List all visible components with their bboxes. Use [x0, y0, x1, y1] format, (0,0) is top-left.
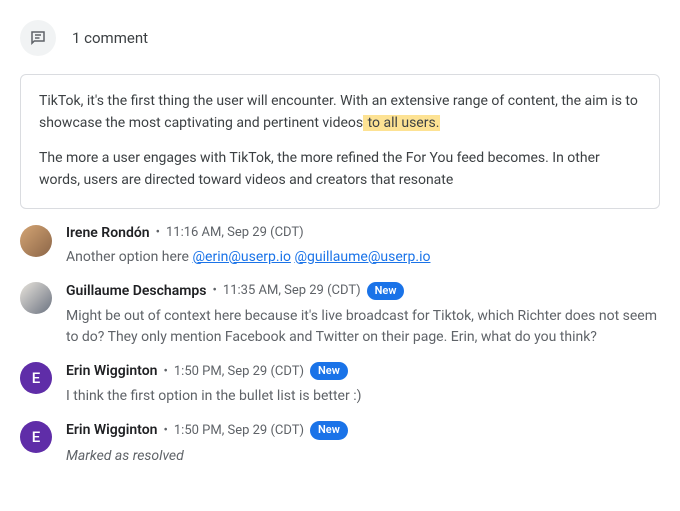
- avatar[interactable]: [20, 282, 52, 314]
- comment-text: Another option here @erin@userp.io @guil…: [66, 247, 660, 268]
- new-badge: New: [310, 421, 348, 439]
- comment-body: Erin Wigginton • 1:50 PM, Sep 29 (CDT) N…: [66, 421, 660, 466]
- comment-text: I think the first option in the bullet l…: [66, 386, 660, 407]
- highlighted-text: to all users.: [363, 115, 440, 131]
- meta-separator: •: [213, 283, 217, 298]
- comment-body: Guillaume Deschamps • 11:35 AM, Sep 29 (…: [66, 282, 660, 348]
- meta-separator: •: [163, 423, 167, 438]
- comment-meta: Irene Rondón • 11:16 AM, Sep 29 (CDT): [66, 225, 660, 241]
- quote-text: TikTok, it's the first thing the user wi…: [39, 93, 638, 131]
- quoted-content[interactable]: TikTok, it's the first thing the user wi…: [20, 74, 660, 209]
- comment-body: Irene Rondón • 11:16 AM, Sep 29 (CDT) An…: [66, 225, 660, 268]
- comment-timestamp: 1:50 PM, Sep 29 (CDT): [174, 364, 304, 379]
- comment-icon-wrap: [20, 20, 56, 56]
- mention-link[interactable]: @guillaume@userp.io: [294, 249, 430, 265]
- comment-timestamp: 11:35 AM, Sep 29 (CDT): [223, 283, 361, 298]
- new-badge: New: [367, 282, 405, 300]
- new-badge: New: [310, 362, 348, 380]
- comment-item: Guillaume Deschamps • 11:35 AM, Sep 29 (…: [20, 282, 660, 348]
- comment-item: E Erin Wigginton • 1:50 PM, Sep 29 (CDT)…: [20, 421, 660, 466]
- meta-separator: •: [163, 364, 167, 379]
- comment-icon: [29, 29, 47, 47]
- comment-item: Irene Rondón • 11:16 AM, Sep 29 (CDT) An…: [20, 225, 660, 268]
- meta-separator: •: [156, 225, 160, 240]
- quote-paragraph-1: TikTok, it's the first thing the user wi…: [39, 91, 641, 134]
- comment-body: Erin Wigginton • 1:50 PM, Sep 29 (CDT) N…: [66, 362, 660, 407]
- mention-link[interactable]: @erin@userp.io: [192, 249, 291, 265]
- comment-text-part: Another option here: [66, 249, 192, 265]
- comment-author[interactable]: Erin Wigginton: [66, 363, 157, 379]
- comment-author[interactable]: Erin Wigginton: [66, 422, 157, 438]
- comment-item: E Erin Wigginton • 1:50 PM, Sep 29 (CDT)…: [20, 362, 660, 407]
- avatar[interactable]: E: [20, 421, 52, 453]
- comment-text: Might be out of context here because it'…: [66, 306, 660, 348]
- avatar[interactable]: [20, 225, 52, 257]
- comments-count-title: 1 comment: [72, 29, 148, 47]
- comment-meta: Erin Wigginton • 1:50 PM, Sep 29 (CDT) N…: [66, 421, 660, 439]
- comment-meta: Guillaume Deschamps • 11:35 AM, Sep 29 (…: [66, 282, 660, 300]
- comments-header: 1 comment: [20, 20, 660, 56]
- resolved-label: Marked as resolved: [66, 446, 660, 467]
- quote-paragraph-2: The more a user engages with TikTok, the…: [39, 148, 641, 191]
- comment-meta: Erin Wigginton • 1:50 PM, Sep 29 (CDT) N…: [66, 362, 660, 380]
- comment-author[interactable]: Irene Rondón: [66, 225, 150, 241]
- comment-author[interactable]: Guillaume Deschamps: [66, 283, 207, 299]
- comment-timestamp: 1:50 PM, Sep 29 (CDT): [174, 423, 304, 438]
- comment-timestamp: 11:16 AM, Sep 29 (CDT): [166, 225, 304, 240]
- avatar[interactable]: E: [20, 362, 52, 394]
